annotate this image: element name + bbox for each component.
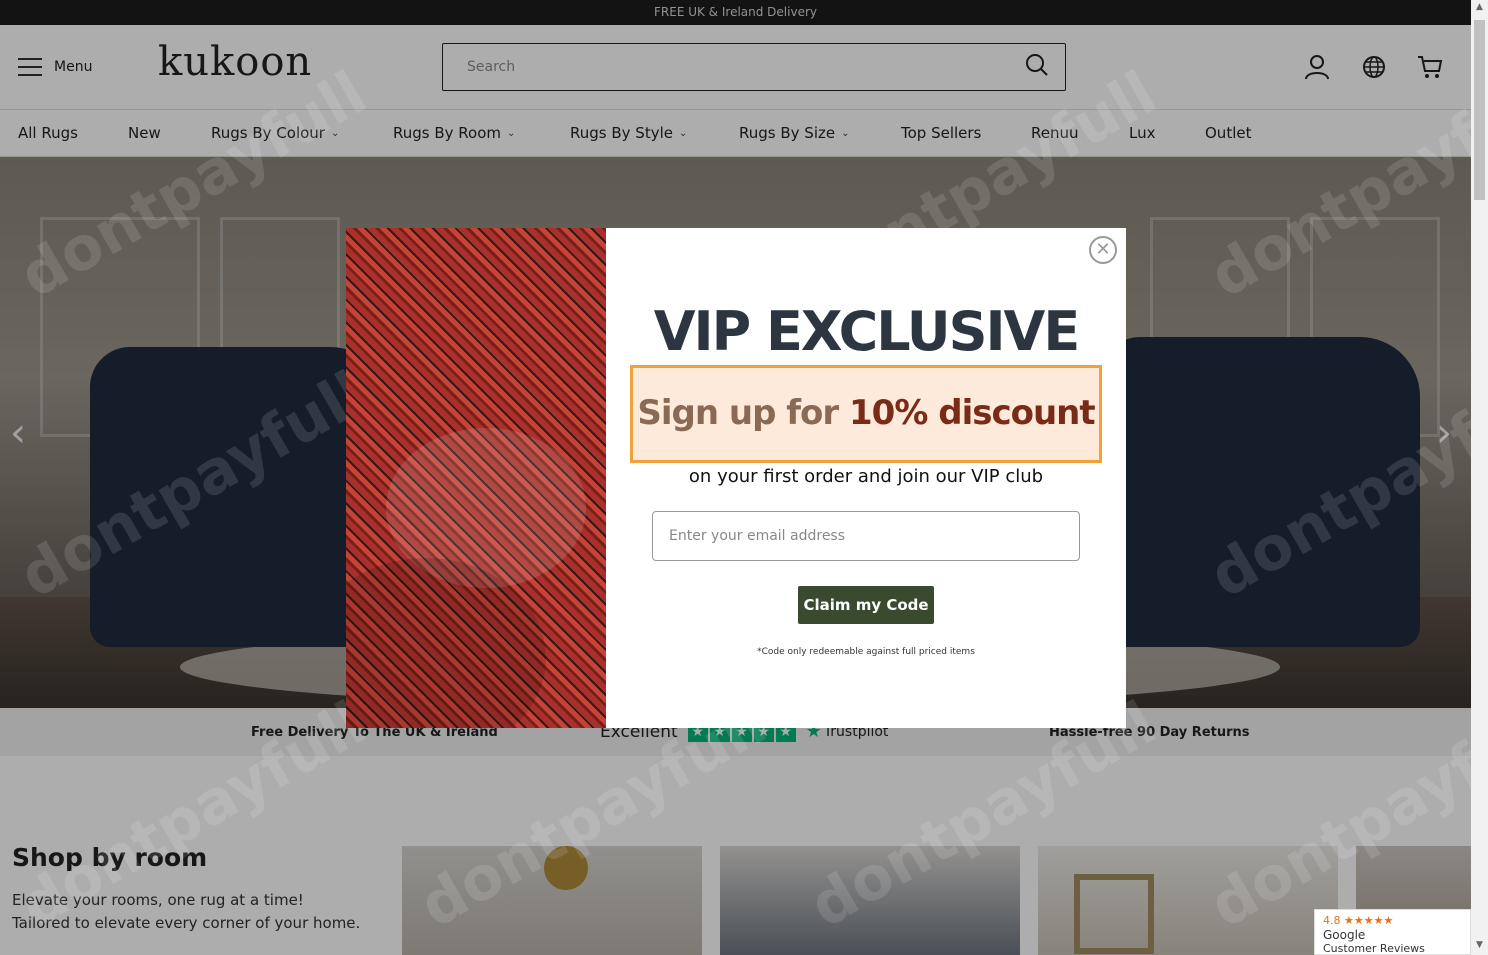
claim-code-button[interactable]: Claim my Code	[798, 586, 934, 624]
email-field[interactable]	[652, 511, 1080, 561]
google-stars-icon: ★★★★★	[1344, 914, 1394, 927]
modal-title: VIP EXCLUSIVE	[653, 300, 1080, 363]
scroll-down-icon[interactable]: ▼	[1474, 940, 1485, 950]
close-icon[interactable]: ✕	[1089, 236, 1117, 264]
modal-subtitle: on your first order and join our VIP clu…	[688, 466, 1044, 487]
google-label: Customer Reviews	[1323, 942, 1425, 955]
google-brand: Google	[1323, 928, 1366, 942]
disclaimer-note: *Code only redeemable against full price…	[757, 647, 975, 657]
scroll-thumb[interactable]	[1474, 20, 1485, 200]
signup-prefix: Sign up for	[637, 393, 850, 433]
scroll-up-icon[interactable]: ▲	[1474, 2, 1485, 12]
scrollbar[interactable]: ▲ ▼	[1471, 0, 1488, 955]
google-rating: 4.8	[1323, 914, 1341, 927]
discount-amount: 10% discount	[849, 393, 1096, 433]
fabric-image	[346, 228, 606, 728]
signup-headline: Sign up for 10% discount	[630, 393, 1102, 433]
vip-signup-modal: ✕ VIP EXCLUSIVE Sign up for 10% discount…	[346, 228, 1126, 728]
google-reviews-badge[interactable]: 4.8 ★★★★★ Google Customer Reviews	[1314, 909, 1471, 955]
